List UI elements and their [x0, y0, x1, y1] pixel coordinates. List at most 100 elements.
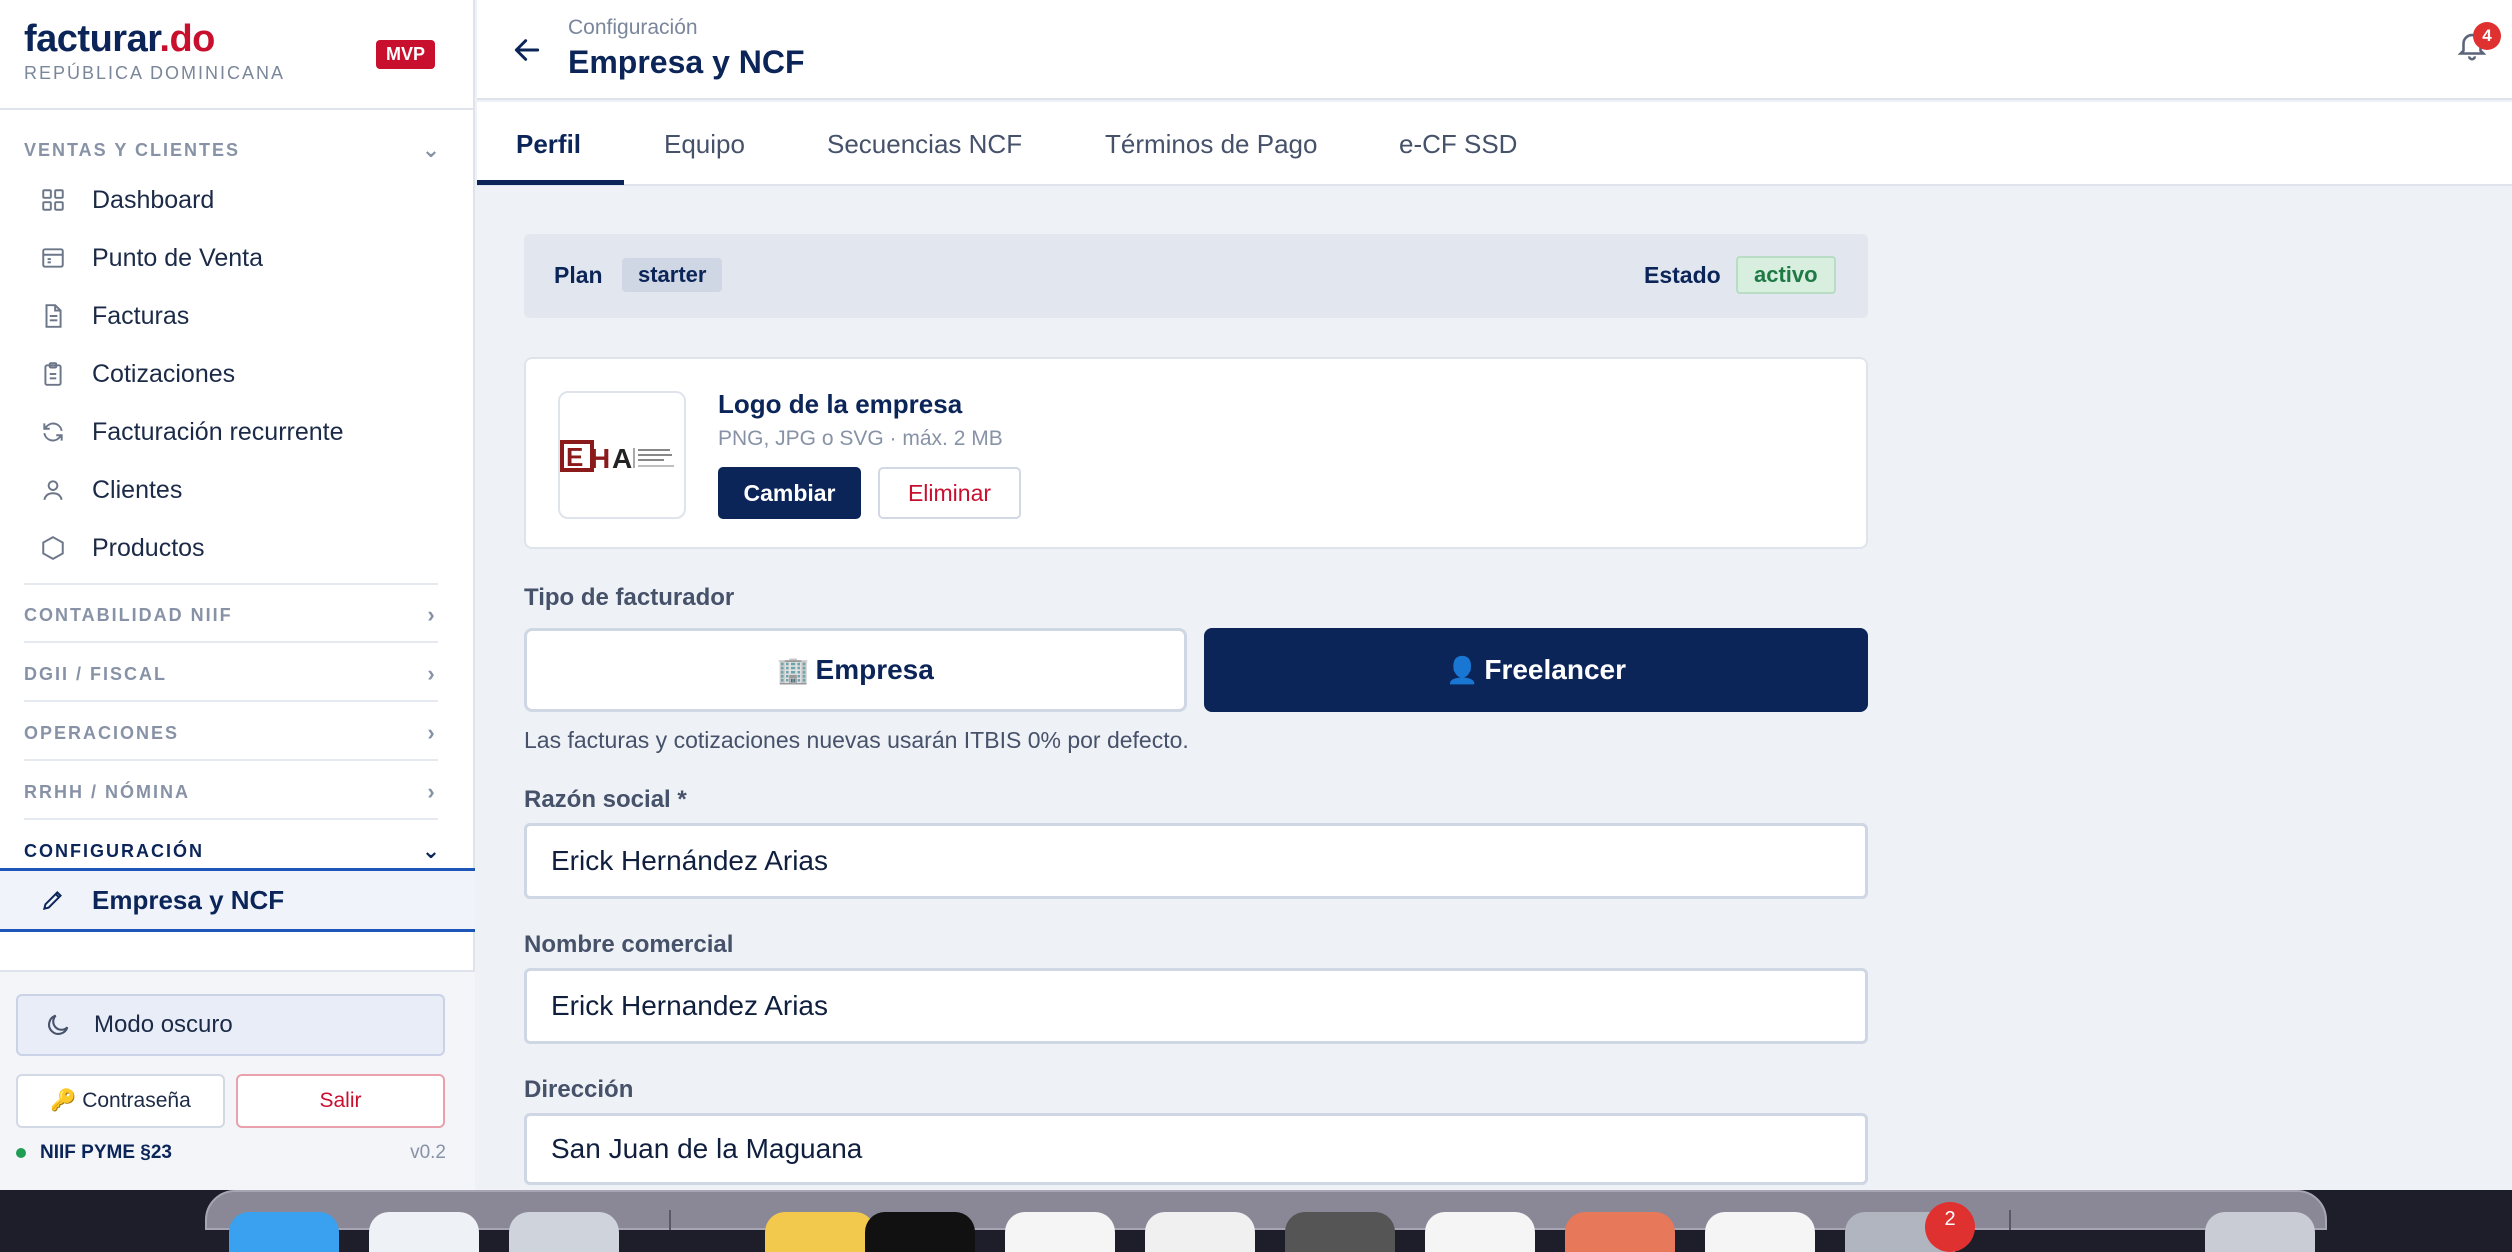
status-line: NIIF PYME §23 v0.2 [16, 1142, 446, 1164]
sidebar-item-punto-de-venta[interactable]: Punto de Venta [38, 236, 438, 280]
dark-mode-button[interactable]: Modo oscuro [16, 994, 445, 1056]
compliance-status: NIIF PYME §23 [16, 1142, 172, 1164]
divider [24, 818, 438, 820]
sidebar-item-label: Clientes [92, 475, 183, 504]
option-label: Empresa [815, 654, 934, 685]
tab-perfil[interactable]: Perfil [516, 102, 581, 186]
billing-type-empresa[interactable]: 🏢 Empresa [524, 628, 1187, 712]
plan-label: Plan [554, 262, 603, 288]
notification-count-badge: 4 [2473, 22, 2501, 50]
status-text: NIIF PYME §23 [40, 1142, 172, 1163]
razon-social-label: Razón social * [524, 786, 687, 813]
sidebar-item-facturas[interactable]: Facturas [38, 294, 438, 338]
status-dot [16, 1148, 26, 1158]
terminal-icon[interactable] [865, 1212, 975, 1252]
delete-logo-button[interactable]: Eliminar [878, 467, 1021, 519]
billing-type-hint: Las facturas y cotizaciones nuevas usará… [524, 727, 1189, 753]
tab-equipo[interactable]: Equipo [664, 102, 745, 186]
sidebar-item-facturacion-recurrente[interactable]: Facturación recurrente [38, 410, 438, 454]
chevron-right-icon: › [427, 602, 437, 627]
app-icon[interactable] [1285, 1212, 1395, 1252]
change-logo-button[interactable]: Cambiar [718, 467, 861, 519]
dock [205, 1190, 2327, 1252]
app-icon[interactable] [1705, 1212, 1815, 1252]
direccion-input[interactable]: San Juan de la Maguana [524, 1113, 1868, 1185]
billing-type-freelancer[interactable]: 👤 Freelancer [1204, 628, 1868, 712]
sidebar-item-clientes[interactable]: Clientes [38, 468, 438, 512]
chevron-right-icon: › [427, 779, 437, 804]
section-operaciones[interactable]: OPERACIONES › [24, 718, 444, 748]
back-button[interactable] [507, 30, 547, 70]
divider [0, 108, 475, 110]
chevron-down-icon: ⌄ [421, 838, 443, 863]
user-icon [38, 475, 68, 505]
sidebar-item-dashboard[interactable]: Dashboard [38, 178, 438, 222]
brand[interactable]: facturar.do REPÚBLICA DOMINICANA [24, 18, 285, 84]
chevron-down-icon: ⌄ [421, 137, 443, 162]
password-button[interactable]: 🔑 Contraseña [16, 1074, 225, 1128]
logo-card: E H A Logo de la empresa PNG, JPG o SVG … [524, 357, 1868, 549]
sidebar-item-label: Facturas [92, 301, 190, 330]
active-tab-indicator [477, 180, 624, 185]
logout-button[interactable]: Salir [236, 1074, 445, 1128]
notes-icon[interactable] [765, 1212, 875, 1252]
sidebar-item-productos[interactable]: Productos [38, 526, 438, 570]
section-configuracion[interactable]: CONFIGURACIÓN ⌄ [24, 836, 444, 866]
breadcrumb[interactable]: Configuración [568, 16, 698, 40]
chevron-right-icon: › [427, 661, 437, 686]
tab-secuencias-ncf[interactable]: Secuencias NCF [827, 102, 1022, 186]
sidebar-item-label: Productos [92, 533, 205, 562]
app-icon[interactable] [1005, 1212, 1115, 1252]
arrow-left-icon [514, 39, 540, 61]
status-label: Estado [1644, 262, 1721, 288]
svg-text:E: E [566, 442, 583, 472]
nombre-comercial-input[interactable]: Erick Hernandez Arias [524, 968, 1868, 1044]
section-label: CONTABILIDAD NIIF [24, 604, 233, 625]
section-rrhh-nomina[interactable]: RRHH / NÓMINA › [24, 777, 444, 807]
sidebar: facturar.do REPÚBLICA DOMINICANA MVP VEN… [0, 0, 475, 1190]
dock-separator [669, 1210, 671, 1230]
app-icon[interactable] [1565, 1212, 1675, 1252]
section-ventas-y-clientes[interactable]: VENTAS Y CLIENTES ⌄ [24, 135, 444, 165]
page-header: Configuración Empresa y NCF 4 [477, 0, 2512, 100]
brand-country: REPÚBLICA DOMINICANA [24, 63, 286, 83]
section-label: RRHH / NÓMINA [24, 781, 190, 802]
sidebar-item-label: Punto de Venta [92, 243, 263, 272]
document-icon [38, 301, 68, 331]
trash-icon[interactable] [2205, 1212, 2315, 1252]
sidebar-item-empresa-y-ncf[interactable]: Empresa y NCF [0, 868, 475, 932]
sidebar-item-cotizaciones[interactable]: Cotizaciones [38, 352, 438, 396]
app-icon[interactable] [1145, 1212, 1255, 1252]
app-icon[interactable] [509, 1212, 619, 1252]
logo-hint: PNG, JPG o SVG · máx. 2 MB [718, 427, 1003, 450]
billing-type-label: Tipo de facturador [524, 584, 735, 611]
app-window: facturar.do REPÚBLICA DOMINICANA MVP VEN… [0, 0, 2512, 1190]
dock-notification-badge: 2 [1925, 1202, 1975, 1252]
finder-icon[interactable] [229, 1212, 339, 1252]
dock-separator [2009, 1210, 2011, 1230]
app-icon[interactable] [1425, 1212, 1535, 1252]
hexagon-icon [38, 533, 68, 563]
tab-terminos-de-pago[interactable]: Términos de Pago [1105, 102, 1317, 186]
register-icon [38, 243, 68, 273]
status-badge: activo [1736, 256, 1836, 294]
sidebar-item-label: Dashboard [92, 185, 215, 214]
section-dgii-fiscal[interactable]: DGII / FISCAL › [24, 659, 444, 689]
person-icon: 👤 [1445, 654, 1479, 685]
page-title: Empresa y NCF [568, 44, 805, 80]
divider [24, 700, 438, 702]
safari-icon[interactable] [369, 1212, 479, 1252]
divider [24, 759, 438, 761]
nombre-comercial-label: Nombre comercial [524, 931, 734, 958]
plan-badge: starter [622, 258, 723, 292]
section-label: DGII / FISCAL [24, 663, 167, 684]
option-label: Freelancer [1484, 654, 1626, 685]
section-label: CONFIGURACIÓN [24, 840, 204, 861]
sidebar-footer: Modo oscuro 🔑 Contraseña Salir NIIF PYME… [0, 970, 475, 1190]
section-contabilidad-niif[interactable]: CONTABILIDAD NIIF › [24, 600, 444, 630]
brand-name: facturar.do [24, 18, 215, 60]
tab-e-cf-ssd[interactable]: e-CF SSD [1399, 102, 1517, 186]
section-label: VENTAS Y CLIENTES [24, 139, 241, 160]
razon-social-input[interactable]: Erick Hernández Arias [524, 823, 1868, 899]
section-label: OPERACIONES [24, 722, 180, 743]
